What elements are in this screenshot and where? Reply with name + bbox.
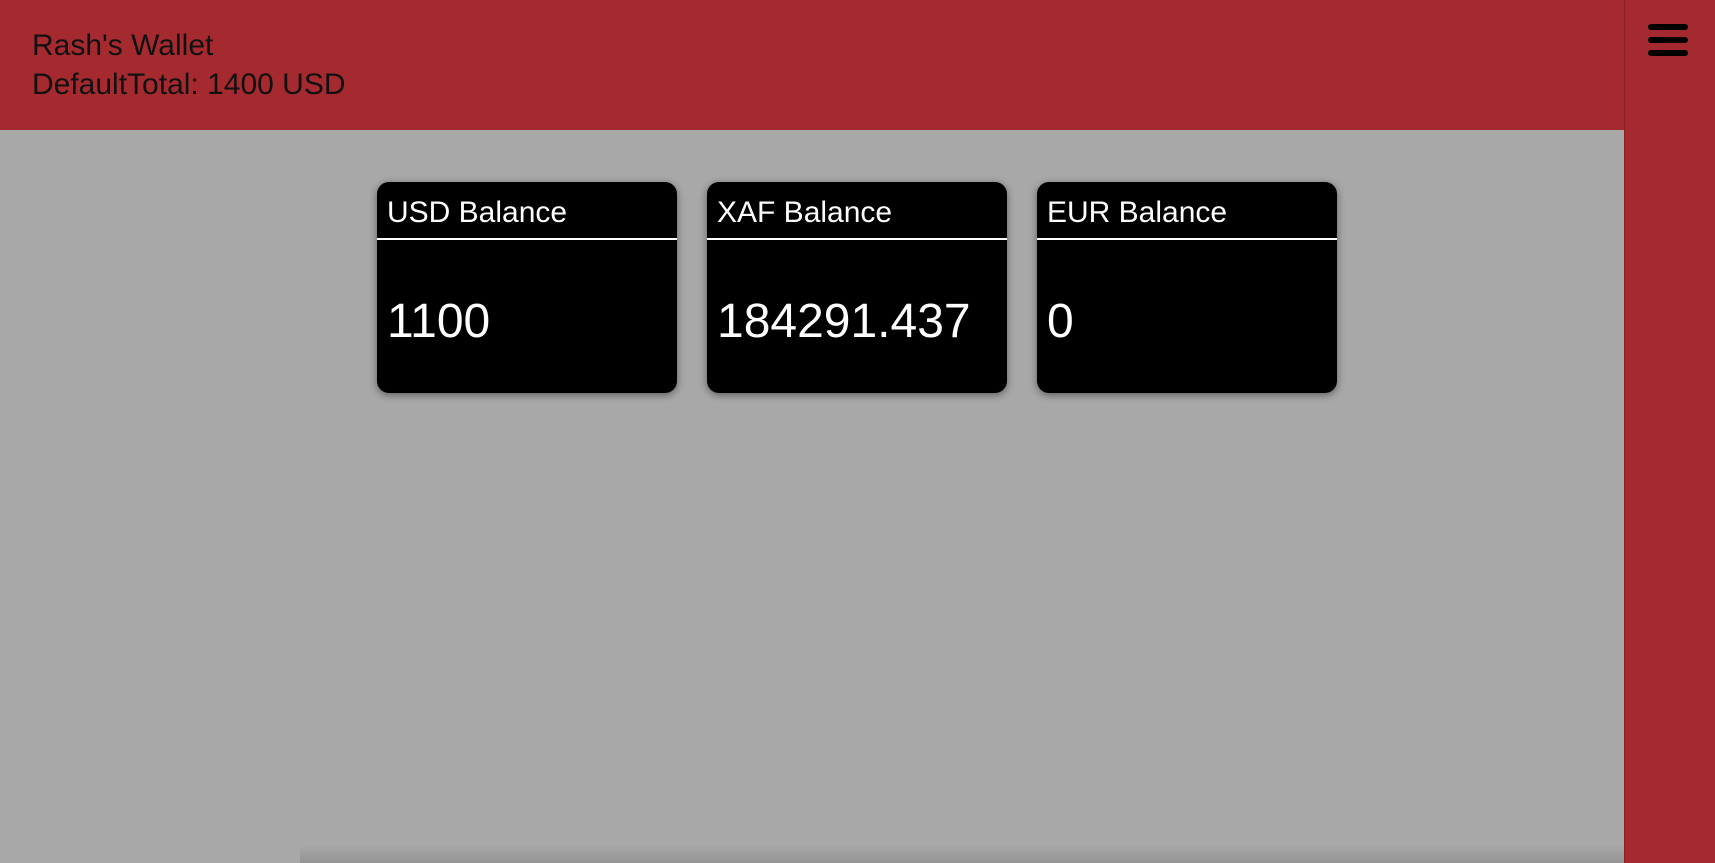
default-total: DefaultTotal: 1400 USD xyxy=(32,68,346,101)
side-panel xyxy=(1624,0,1715,863)
wallet-title: Rash's Wallet xyxy=(32,29,214,62)
hamburger-menu-icon[interactable] xyxy=(1643,20,1693,64)
menu-bar xyxy=(1648,24,1688,30)
balance-card-usd: USD Balance 1100 xyxy=(377,182,677,393)
menu-bar xyxy=(1648,50,1688,56)
balance-cards: USD Balance 1100 XAF Balance 184291.437 … xyxy=(377,182,1337,393)
balance-card-value: 0 xyxy=(1047,295,1074,348)
balance-card-eur: EUR Balance 0 xyxy=(1037,182,1337,393)
balance-card-label: USD Balance xyxy=(387,196,568,229)
wallet-header: Rash's Wallet DefaultTotal: 1400 USD xyxy=(0,0,1624,130)
app-main: Rash's Wallet DefaultTotal: 1400 USD USD… xyxy=(0,0,1624,863)
balance-card-xaf: XAF Balance 184291.437 xyxy=(707,182,1007,393)
card-divider xyxy=(707,238,1007,240)
balance-card-label: XAF Balance xyxy=(717,196,893,229)
bottom-shadow xyxy=(300,845,1624,863)
balance-card-value: 1100 xyxy=(387,295,491,348)
card-divider xyxy=(1037,238,1337,240)
menu-bar xyxy=(1648,37,1688,43)
balance-card-value: 184291.437 xyxy=(717,295,971,348)
card-divider xyxy=(377,238,677,240)
balance-card-label: EUR Balance xyxy=(1047,196,1228,229)
